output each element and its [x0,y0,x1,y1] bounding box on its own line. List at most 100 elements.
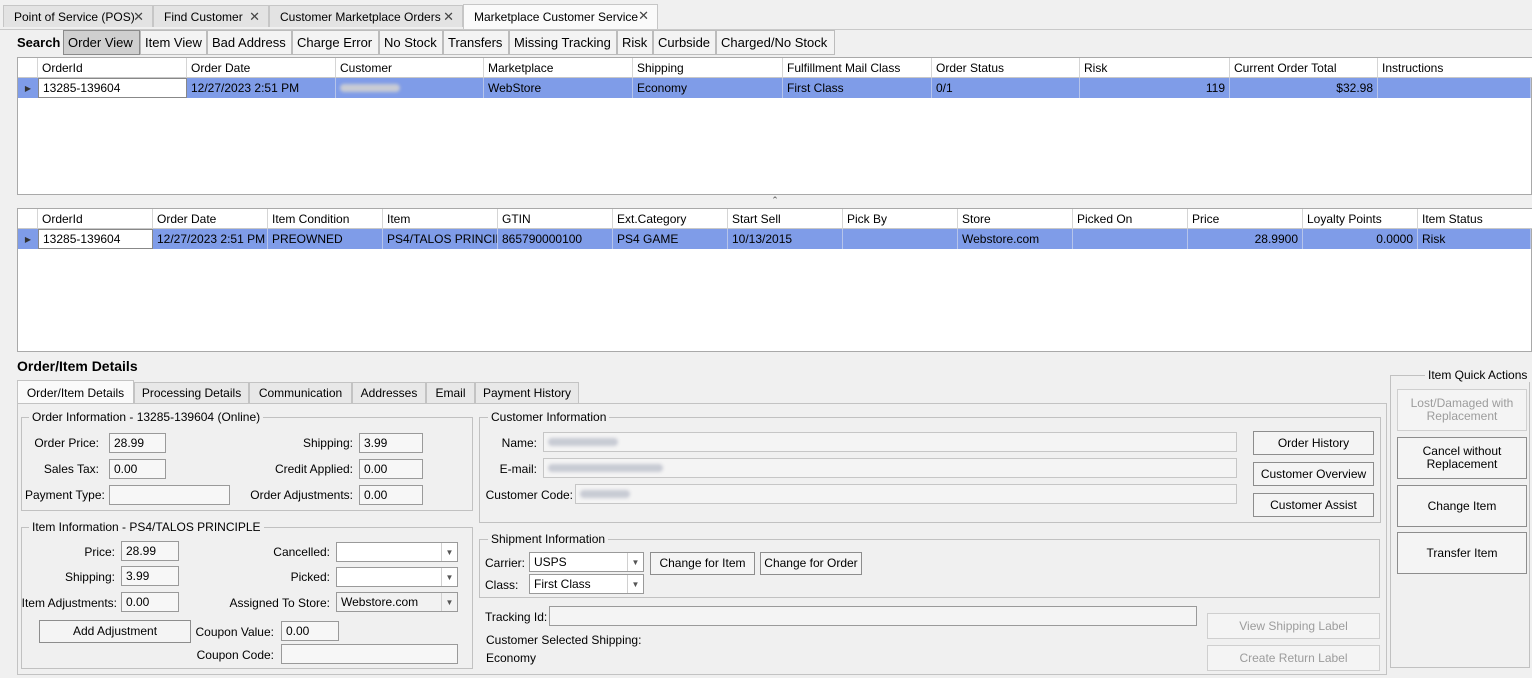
close-icon[interactable]: ✕ [443,9,454,25]
cell-risk[interactable]: 119 [1080,78,1230,98]
curbside-button[interactable]: Curbside [653,30,716,55]
missing-tracking-button[interactable]: Missing Tracking [509,30,617,55]
charge-error-button[interactable]: Charge Error [292,30,379,55]
carrier-dropdown[interactable]: USPS ▼ [529,552,644,572]
tab-addresses[interactable]: Addresses [352,382,426,403]
item-view-button[interactable]: Item View [140,30,207,55]
cell-order-date[interactable]: 12/27/2023 2:51 PM [153,229,268,249]
customer-email-field[interactable] [543,458,1237,478]
create-return-label-button[interactable]: Create Return Label [1207,645,1380,671]
column-header[interactable]: Picked On [1073,209,1188,229]
column-header[interactable]: Item Condition [268,209,383,229]
sales-tax-field[interactable]: 0.00 [109,459,166,479]
column-header[interactable]: Price [1188,209,1303,229]
column-header[interactable]: Ext.Category [613,209,728,229]
cell-item-status[interactable]: Risk [1418,229,1531,249]
coupon-value-field[interactable]: 0.00 [281,621,339,641]
cell-price[interactable]: 28.9900 [1188,229,1303,249]
cell-item-condition[interactable]: PREOWNED [268,229,383,249]
column-header[interactable]: Order Date [153,209,268,229]
order-price-field[interactable]: 28.99 [109,433,166,453]
customer-code-field[interactable] [575,484,1237,504]
splitter-chevron-up-icon[interactable]: ⌃ [769,195,781,207]
risk-button[interactable]: Risk [617,30,653,55]
cell-gtin[interactable]: 865790000100 [498,229,613,249]
cell-mail-class[interactable]: First Class [783,78,932,98]
view-shipping-label-button[interactable]: View Shipping Label [1207,613,1380,639]
tracking-id-field[interactable] [549,606,1197,626]
coupon-code-field[interactable] [281,644,458,664]
payment-type-field[interactable] [109,485,230,505]
column-header[interactable]: OrderId [38,209,153,229]
column-header[interactable]: Pick By [843,209,958,229]
column-header[interactable]: Fulfillment Mail Class [783,58,932,78]
column-header[interactable]: Customer [336,58,484,78]
item-price-field[interactable]: 28.99 [121,541,179,561]
close-icon[interactable]: ✕ [638,8,649,24]
cell-marketplace[interactable]: WebStore [484,78,633,98]
tab-email[interactable]: Email [426,382,475,403]
tab-processing-details[interactable]: Processing Details [134,382,249,403]
credit-applied-field[interactable]: 0.00 [359,459,423,479]
order-history-button[interactable]: Order History [1253,431,1374,455]
cell-ext-category[interactable]: PS4 GAME [613,229,728,249]
cell-order-status[interactable]: 0/1 [932,78,1080,98]
tab-marketplace-customer-service[interactable]: Marketplace Customer Service ✕ [463,4,658,29]
cell-store[interactable]: Webstore.com [958,229,1073,249]
order-adjustments-field[interactable]: 0.00 [359,485,423,505]
customer-name-field[interactable] [543,432,1237,452]
column-header[interactable]: Loyalty Points [1303,209,1418,229]
column-header[interactable]: OrderId [38,58,187,78]
tab-find-customer[interactable]: Find Customer ✕ [153,5,269,27]
cell-pick-by[interactable] [843,229,958,249]
column-header[interactable]: Risk [1080,58,1230,78]
cell-order-id[interactable]: 13285-139604 [38,229,153,249]
item-adjustments-field[interactable]: 0.00 [121,592,179,612]
column-header[interactable]: Start Sell [728,209,843,229]
no-stock-button[interactable]: No Stock [379,30,443,55]
picked-dropdown[interactable]: ▼ [336,567,458,587]
cancelled-dropdown[interactable]: ▼ [336,542,458,562]
transfers-button[interactable]: Transfers [443,30,509,55]
close-icon[interactable]: ✕ [133,9,144,25]
class-dropdown[interactable]: First Class ▼ [529,574,644,594]
cell-start-sell[interactable]: 10/13/2015 [728,229,843,249]
change-for-item-button[interactable]: Change for Item [650,552,755,575]
cell-shipping[interactable]: Economy [633,78,783,98]
charged-no-stock-button[interactable]: Charged/No Stock [716,30,835,55]
cell-item[interactable]: PS4/TALOS PRINCIP... [383,229,498,249]
change-item-button[interactable]: Change Item [1397,485,1527,527]
cell-order-id[interactable]: 13285-139604 [38,78,187,98]
customer-assist-button[interactable]: Customer Assist [1253,493,1374,517]
tab-communication[interactable]: Communication [249,382,352,403]
column-header[interactable]: Order Status [932,58,1080,78]
item-shipping-field[interactable]: 3.99 [121,566,179,586]
column-header[interactable]: Marketplace [484,58,633,78]
cell-instructions[interactable] [1378,78,1531,98]
cell-order-total[interactable]: $32.98 [1230,78,1378,98]
transfer-item-button[interactable]: Transfer Item [1397,532,1527,574]
bad-address-button[interactable]: Bad Address [207,30,292,55]
tab-payment-history[interactable]: Payment History [475,382,579,403]
close-icon[interactable]: ✕ [249,9,260,25]
tab-point-of-service[interactable]: Point of Service (POS) ✕ [3,5,153,27]
assigned-store-dropdown[interactable]: Webstore.com ▼ [336,592,458,612]
cell-picked-on[interactable] [1073,229,1188,249]
column-header[interactable]: Store [958,209,1073,229]
add-adjustment-button[interactable]: Add Adjustment [39,620,191,643]
column-header[interactable]: Order Date [187,58,336,78]
cell-order-date[interactable]: 12/27/2023 2:51 PM [187,78,336,98]
cell-customer[interactable] [336,78,484,98]
tab-customer-marketplace-orders[interactable]: Customer Marketplace Orders ✕ [269,5,463,27]
customer-overview-button[interactable]: Customer Overview [1253,462,1374,486]
cancel-without-replacement-button[interactable]: Cancel without Replacement [1397,437,1527,479]
column-header[interactable]: GTIN [498,209,613,229]
order-shipping-field[interactable]: 3.99 [359,433,423,453]
order-view-button[interactable]: Order View [63,30,140,55]
lost-damaged-with-replacement-button[interactable]: Lost/Damaged with Replacement [1397,389,1527,431]
change-for-order-button[interactable]: Change for Order [760,552,862,575]
cell-loyalty-points[interactable]: 0.0000 [1303,229,1418,249]
column-header[interactable]: Item Status [1418,209,1532,229]
column-header[interactable]: Current Order Total [1230,58,1378,78]
column-header[interactable]: Instructions [1378,58,1532,78]
